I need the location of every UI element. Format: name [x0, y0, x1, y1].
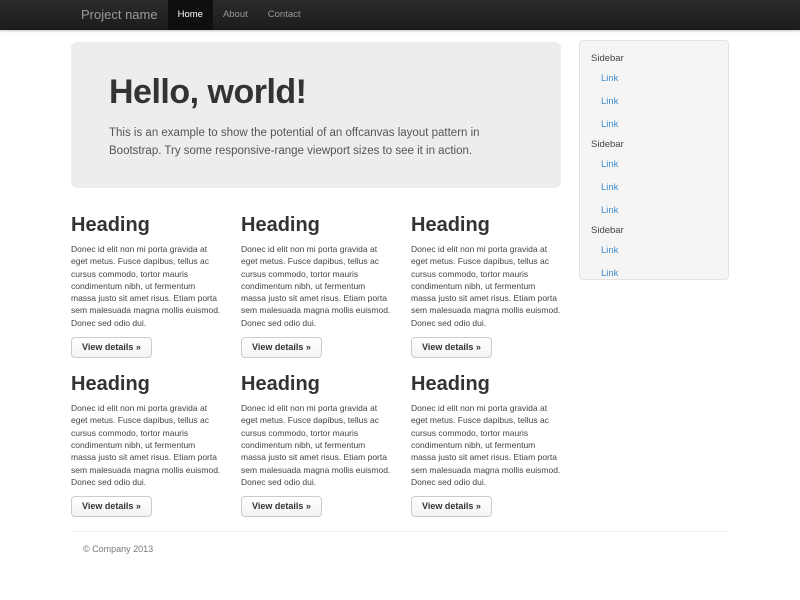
sidebar-group: Sidebar Link Link Link [591, 137, 720, 222]
content-row: Hello, world! This is an example to show… [71, 40, 729, 517]
cards-row-2: Heading Donec id elit non mi porta gravi… [71, 371, 561, 517]
nav-item-about[interactable]: About [213, 0, 258, 30]
card: Heading Donec id elit non mi porta gravi… [241, 371, 391, 517]
sidebar-group: Sidebar Link Link [591, 223, 720, 285]
jumbotron: Hello, world! This is an example to show… [71, 42, 561, 188]
card: Heading Donec id elit non mi porta gravi… [411, 212, 561, 358]
view-details-button[interactable]: View details » [241, 337, 322, 358]
footer: © Company 2013 [71, 531, 729, 554]
sidebar-group-header: Sidebar [591, 137, 720, 153]
nav-item-home[interactable]: Home [168, 0, 213, 30]
navbar-menu: Home About Contact [168, 0, 311, 30]
card-body-text: Donec id elit non mi porta gravida at eg… [241, 402, 391, 488]
card: Heading Donec id elit non mi porta gravi… [71, 212, 221, 358]
navbar: Project name Home About Contact [0, 0, 800, 30]
nav-item-contact[interactable]: Contact [258, 0, 311, 30]
card-heading: Heading [71, 212, 221, 238]
card-heading: Heading [411, 212, 561, 238]
sidebar-panel: Sidebar Link Link Link Sidebar Link Link… [579, 40, 729, 280]
sidebar-link[interactable]: Link [591, 200, 720, 222]
sidebar-link[interactable]: Link [591, 114, 720, 136]
sidebar-link[interactable]: Link [591, 177, 720, 199]
card: Heading Donec id elit non mi porta gravi… [71, 371, 221, 517]
cards-row-1: Heading Donec id elit non mi porta gravi… [71, 212, 561, 358]
sidebar-group-header: Sidebar [591, 223, 720, 239]
sidebar-link[interactable]: Link [591, 263, 720, 285]
card-heading: Heading [241, 371, 391, 397]
view-details-button[interactable]: View details » [411, 337, 492, 358]
card-heading: Heading [241, 212, 391, 238]
sidebar-link[interactable]: Link [591, 154, 720, 176]
view-details-button[interactable]: View details » [71, 337, 152, 358]
view-details-button[interactable]: View details » [241, 496, 322, 517]
view-details-button[interactable]: View details » [71, 496, 152, 517]
view-details-button[interactable]: View details » [411, 496, 492, 517]
page-title: Hello, world! [109, 75, 523, 111]
sidebar-link[interactable]: Link [591, 240, 720, 262]
card-body-text: Donec id elit non mi porta gravida at eg… [411, 243, 561, 329]
sidebar-group-header: Sidebar [591, 51, 720, 67]
sidebar-group: Sidebar Link Link Link [591, 51, 720, 136]
copyright-text: © Company 2013 [83, 544, 729, 554]
main-content: Hello, world! This is an example to show… [71, 40, 561, 517]
card: Heading Donec id elit non mi porta gravi… [241, 212, 391, 358]
card: Heading Donec id elit non mi porta gravi… [411, 371, 561, 517]
card-body-text: Donec id elit non mi porta gravida at eg… [71, 402, 221, 488]
card-heading: Heading [71, 371, 221, 397]
sidebar-link[interactable]: Link [591, 91, 720, 113]
jumbotron-description: This is an example to show the potential… [109, 124, 509, 161]
card-body-text: Donec id elit non mi porta gravida at eg… [411, 402, 561, 488]
card-body-text: Donec id elit non mi porta gravida at eg… [71, 243, 221, 329]
page-container: Hello, world! This is an example to show… [71, 40, 729, 517]
navbar-inner: Project name Home About Contact [71, 0, 729, 30]
sidebar-link[interactable]: Link [591, 68, 720, 90]
brand-link[interactable]: Project name [71, 0, 168, 30]
card-body-text: Donec id elit non mi porta gravida at eg… [241, 243, 391, 329]
card-heading: Heading [411, 371, 561, 397]
